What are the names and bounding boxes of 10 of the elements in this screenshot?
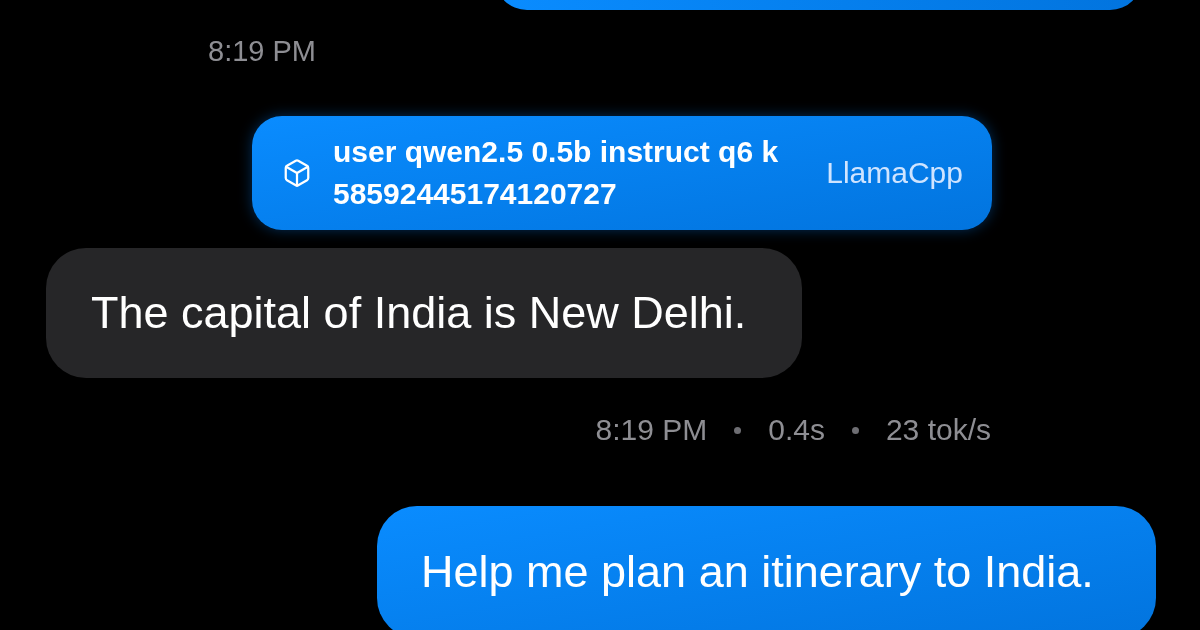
message-bubble: Help me plan an itinerary to India. (377, 506, 1156, 630)
message-bubble: The capital of India is New Delhi. (46, 248, 802, 378)
message-meta-text: 8:19 PM (595, 413, 708, 447)
cube-icon (282, 158, 312, 188)
model-card[interactable]: user qwen2.5 0.5b instruct q6 k 58592445174120727 LlamaCpp (252, 116, 992, 230)
message-meta-text: 23 tok/s (885, 413, 991, 447)
message-meta-text: 0.4s (768, 413, 825, 447)
timestamp: 8:19 PM (208, 34, 316, 68)
model-name: user qwen2.5 0.5b instruct q6 k 58592445174120727 (333, 134, 780, 212)
engine-label: LlamaCpp (826, 155, 963, 191)
